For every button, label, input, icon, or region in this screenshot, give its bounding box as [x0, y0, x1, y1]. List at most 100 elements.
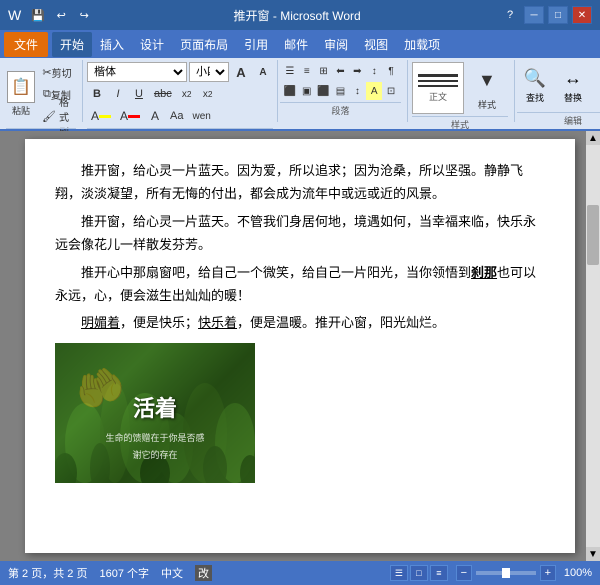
document-area: 推开窗，给心灵一片蓝天。因为爱，所以追求；因为沧桑，所以坚强。静静飞翔，淡淡凝望… [0, 131, 600, 561]
clipboard-sub-btns: ✂ 剪切 ⧉ 复制 🖌 格式刷 [38, 62, 76, 126]
status-left: 第 2 页，共 2 页 1607 个字 中文 改 [8, 565, 212, 581]
view-menu[interactable]: 视图 [356, 32, 396, 57]
mailings-menu[interactable]: 邮件 [276, 32, 316, 57]
close-btn[interactable]: ✕ [572, 6, 592, 24]
maximize-btn[interactable]: □ [548, 6, 568, 24]
insert-menu[interactable]: 插入 [92, 32, 132, 57]
underline-button[interactable]: U [129, 84, 149, 104]
view-web-btn[interactable]: ≡ [430, 565, 448, 581]
styles-label: 样式 [478, 98, 496, 111]
italic-button[interactable]: I [108, 84, 128, 104]
cut-button[interactable]: ✂ 剪切 [38, 62, 76, 82]
scroll-bar[interactable]: ▲ ▼ [586, 131, 600, 561]
redo-quick-btn[interactable]: ↪ [74, 6, 94, 24]
find-label: 查找 [526, 91, 544, 104]
shading-btn[interactable]: A [366, 82, 382, 100]
styles-more-btn[interactable]: ▼ 样式 [466, 62, 508, 114]
word-count: 1607 个字 [99, 565, 149, 581]
save-quick-btn[interactable]: 💾 [28, 6, 48, 24]
align-right-btn[interactable]: ⬛ [316, 82, 332, 100]
title-bar: W 💾 ↩ ↪ 推开窗 - Microsoft Word ? ─ □ ✕ [0, 0, 600, 30]
window-controls: ? ─ □ ✕ [500, 6, 592, 24]
numbering-btn[interactable]: ≡ [299, 62, 315, 80]
title-bar-left: W 💾 ↩ ↪ [8, 6, 94, 24]
change-case-btn[interactable]: Aa [166, 106, 187, 126]
document-page[interactable]: 推开窗，给心灵一片蓝天。因为爱，所以追求；因为沧桑，所以坚强。静静飞翔，淡淡凝望… [25, 139, 575, 553]
language-indicator[interactable]: 中文 [161, 565, 183, 581]
text-highlight-btn[interactable]: A [87, 106, 115, 126]
paragraph-group: ☰ ≡ ⊞ ⬅ ➡ ↕ ¶ ⬛ ▣ ⬛ ▤ ↕ A ⊡ 段落 [278, 60, 408, 122]
paste-button[interactable]: 📋 粘贴 [6, 66, 36, 122]
find-btn[interactable]: 🔍 查找 [517, 62, 553, 110]
strikethrough-button[interactable]: abc [150, 84, 176, 104]
scroll-down-btn[interactable]: ▼ [586, 547, 600, 561]
select-btn[interactable]: ▣ 选择 [593, 62, 600, 110]
font-size-up-btn[interactable]: A [231, 62, 251, 82]
font-group: 楷体 小四 A A B I U abc x2 x2 [83, 60, 278, 122]
view-reading-btn[interactable]: □ [410, 565, 428, 581]
border-btn[interactable]: ⊡ [383, 82, 399, 100]
align-center-btn[interactable]: ▣ [299, 82, 315, 100]
font-color-bar [128, 115, 140, 118]
scroll-thumb[interactable] [587, 205, 599, 265]
undo-quick-btn[interactable]: ↩ [51, 6, 71, 24]
para-row1: ☰ ≡ ⊞ ⬅ ➡ ↕ ¶ [282, 62, 399, 80]
zoom-slider[interactable] [476, 571, 536, 575]
bold-button[interactable]: B [87, 84, 107, 104]
underlined-text-3: 快乐着 [198, 315, 237, 330]
scroll-up-btn[interactable]: ▲ [586, 131, 600, 145]
clear-format-btn[interactable]: A [145, 106, 165, 126]
paragraph-1: 推开窗，给心灵一片蓝天。因为爱，所以追求；因为沧桑，所以坚强。静静飞翔，淡淡凝望… [55, 159, 545, 206]
phonetic-btn[interactable]: wen [188, 106, 214, 126]
subscript-button[interactable]: x2 [177, 84, 197, 104]
align-left-btn[interactable]: ⬛ [282, 82, 298, 100]
line-spacing-btn[interactable]: ↕ [349, 82, 365, 100]
format-painter-button[interactable]: 🖌 格式刷 [38, 106, 76, 126]
review-menu[interactable]: 审阅 [316, 32, 356, 57]
clipboard-group: 📋 粘贴 ✂ 剪切 ⧉ 复制 🖌 格式刷 [4, 60, 83, 122]
image-title: 活着 [105, 389, 205, 429]
superscript-button[interactable]: x2 [198, 84, 218, 104]
styles-group: 正文 ▼ 样式 样式 [408, 60, 515, 122]
zoom-out-btn[interactable]: − [456, 565, 472, 581]
layout-menu[interactable]: 页面布局 [172, 32, 236, 57]
show-formatting-btn[interactable]: ¶ [383, 62, 399, 80]
replace-btn[interactable]: ↔ 替换 [555, 62, 591, 110]
minimize-btn[interactable]: ─ [524, 6, 544, 24]
multilevel-btn[interactable]: ⊞ [316, 62, 332, 80]
home-menu[interactable]: 开始 [52, 32, 92, 57]
view-print-btn[interactable]: ☰ [390, 565, 408, 581]
input-mode[interactable]: 改 [195, 565, 212, 581]
font-size-down-btn[interactable]: A [253, 62, 273, 82]
find-icon: 🔍 [524, 68, 546, 89]
justify-btn[interactable]: ▤ [333, 82, 349, 100]
styles-group-label: 样式 [412, 116, 508, 131]
font-color-row: A A A Aa wen [87, 106, 273, 126]
addins-menu[interactable]: 加载项 [396, 32, 448, 57]
font-controls: 楷体 小四 A A B I U abc x2 x2 [87, 62, 273, 126]
cut-label: 剪切 [52, 65, 72, 80]
increase-indent-btn[interactable]: ➡ [349, 62, 365, 80]
sort-btn[interactable]: ↕ [366, 62, 382, 80]
paragraph-2: 推开窗，给心灵一片蓝天。不管我们身居何地，境遇如何，当幸福来临，快乐永远会像花儿… [55, 210, 545, 257]
style-normal[interactable]: 正文 [412, 62, 464, 114]
zoom-control: − + 100% [456, 565, 592, 581]
decrease-indent-btn[interactable]: ⬅ [333, 62, 349, 80]
change-case-icon: Aa [170, 110, 183, 122]
paste-icon: 📋 [7, 71, 35, 103]
zoom-in-btn[interactable]: + [540, 565, 556, 581]
editing-inner: 🔍 查找 ↔ 替换 ▣ 选择 [517, 62, 600, 110]
font-color-btn[interactable]: A [116, 106, 144, 126]
font-color-icon: A [120, 109, 128, 123]
help-btn[interactable]: ? [500, 6, 520, 24]
editing-label: 编辑 [517, 112, 600, 127]
underlined-text-2: 明媚着 [81, 315, 120, 330]
paragraph-label: 段落 [280, 102, 401, 117]
design-menu[interactable]: 设计 [132, 32, 172, 57]
font-size-select[interactable]: 小四 [189, 62, 229, 82]
font-name-select[interactable]: 楷体 [87, 62, 187, 82]
bullets-btn[interactable]: ☰ [282, 62, 298, 80]
references-menu[interactable]: 引用 [236, 32, 276, 57]
file-menu[interactable]: 文件 [4, 32, 48, 57]
copy-icon: ⧉ [43, 88, 51, 101]
